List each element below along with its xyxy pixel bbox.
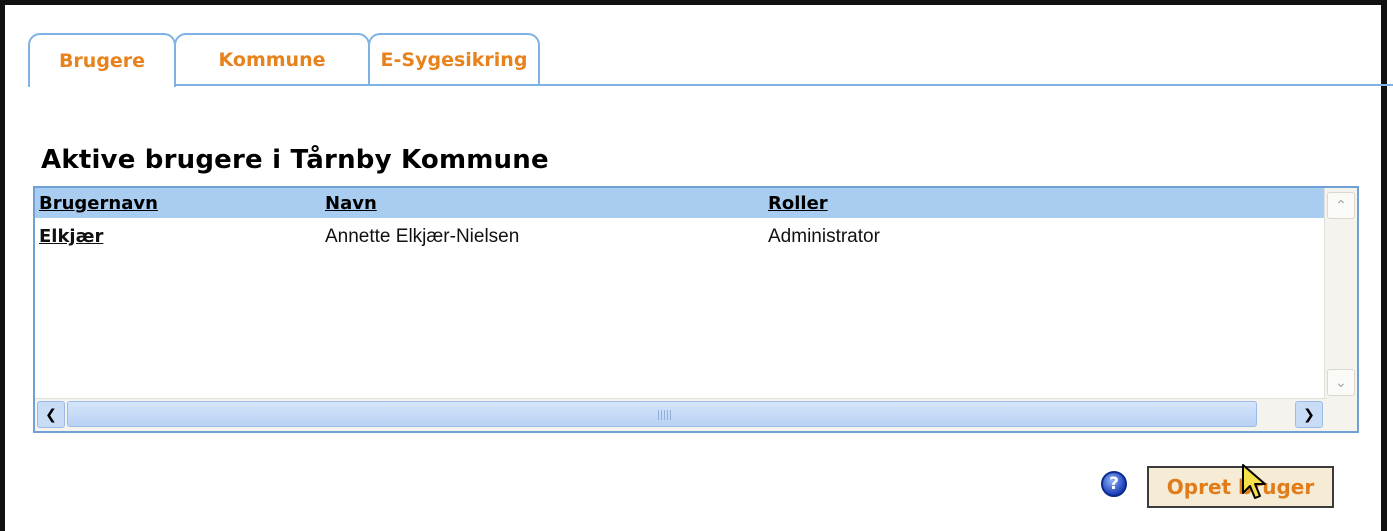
scrollbar-corner xyxy=(1325,399,1357,431)
header-navn[interactable]: Navn xyxy=(325,193,377,214)
horizontal-scroll-thumb[interactable] xyxy=(67,401,1257,427)
table-row: Elkjær Annette Elkjær-Nielsen Administra… xyxy=(35,220,1327,248)
username-link[interactable]: Elkjær xyxy=(39,226,103,247)
scroll-down-icon[interactable]: ⌄ xyxy=(1327,369,1355,396)
user-role: Administrator xyxy=(768,226,880,247)
scroll-left-icon[interactable]: ❮ xyxy=(37,401,65,428)
tab-underline xyxy=(174,84,1393,86)
tab-brugere[interactable]: Brugere xyxy=(28,33,176,87)
scroll-grip xyxy=(658,410,672,420)
user-full-name: Annette Elkjær-Nielsen xyxy=(325,226,520,247)
tab-e-sygesikring[interactable]: E-Sygesikring xyxy=(368,33,540,85)
page-title: Aktive brugere i Tårnby Kommune xyxy=(41,145,549,175)
header-brugernavn[interactable]: Brugernavn xyxy=(39,193,158,214)
users-table: Brugernavn Navn Roller Elkjær Annette El… xyxy=(33,186,1359,433)
horizontal-scrollbar[interactable]: ❮ ❯ xyxy=(35,398,1327,431)
vertical-scrollbar[interactable]: ⌃ ⌄ xyxy=(1324,188,1357,399)
table-header: Brugernavn Navn Roller xyxy=(35,188,1327,218)
help-icon[interactable]: ? xyxy=(1101,471,1127,497)
scroll-up-icon[interactable]: ⌃ xyxy=(1327,192,1355,219)
mouse-cursor-icon xyxy=(1242,464,1266,499)
tab-kommune[interactable]: Kommune xyxy=(174,33,370,85)
header-roller[interactable]: Roller xyxy=(768,193,828,214)
scroll-right-icon[interactable]: ❯ xyxy=(1295,401,1323,428)
